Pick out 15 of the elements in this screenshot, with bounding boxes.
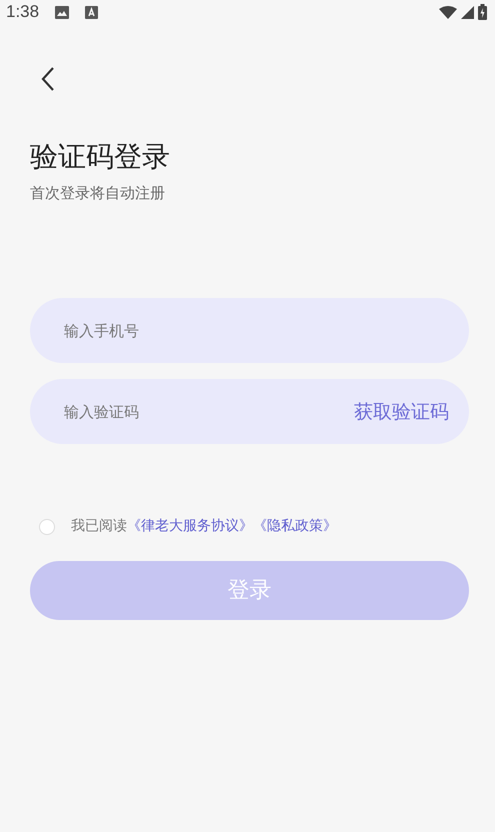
back-button[interactable] (40, 66, 56, 92)
agreement-link[interactable]: 《隐私政策》 (253, 518, 337, 534)
page-subtitle: 首次登录将自动注册 (30, 182, 166, 204)
phone-field[interactable]: 输入手机号 (30, 298, 469, 364)
agreement-link[interactable]: 《律老大服务协议》 (127, 518, 253, 534)
get-code-button[interactable]: 获取验证码 (354, 397, 449, 426)
letter-a-icon (85, 6, 98, 18)
signal-icon (461, 6, 474, 18)
agreement-text: 我已阅读 (71, 518, 127, 534)
page-title: 验证码登录 (30, 140, 171, 174)
agreement-checkbox[interactable] (39, 518, 55, 535)
wifi-icon (439, 6, 457, 18)
battery-icon (478, 4, 487, 20)
status-time: 1:38 (6, 1, 40, 24)
image-icon (55, 6, 70, 18)
